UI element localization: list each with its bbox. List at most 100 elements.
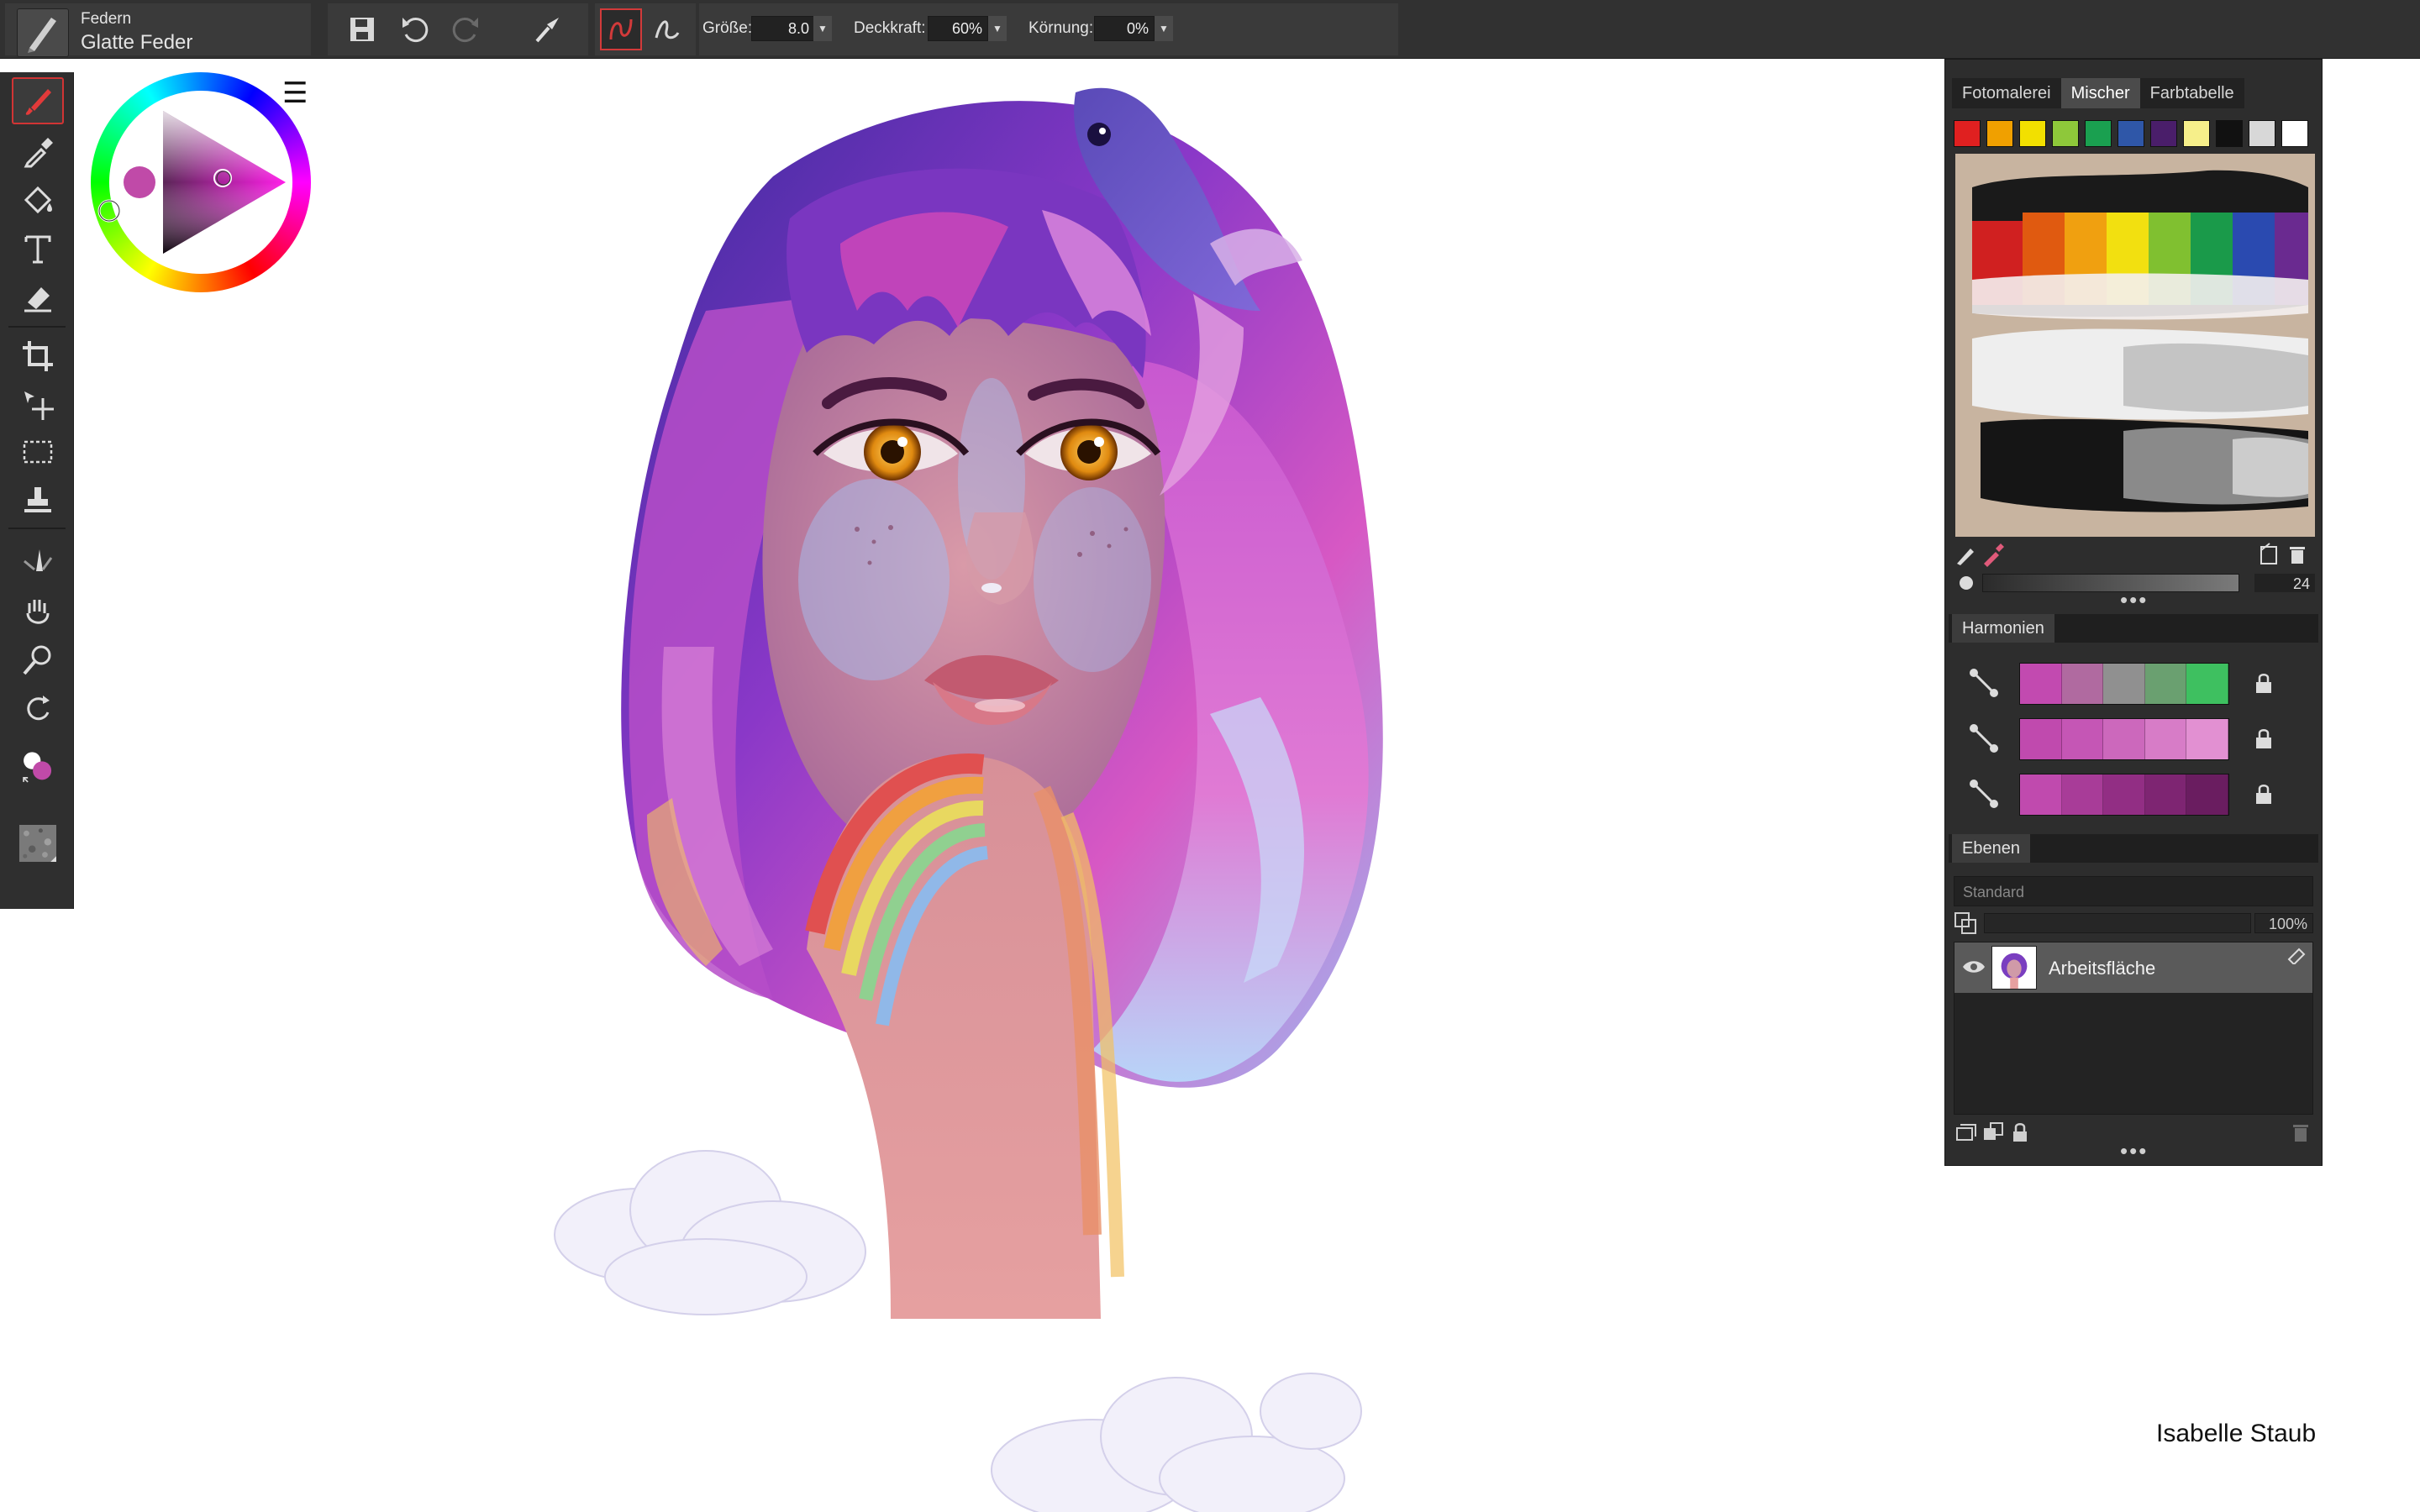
stamp-icon [24,487,51,512]
color-swatch[interactable] [1954,120,1981,147]
pan-tool[interactable] [12,588,64,635]
redo-icon [452,18,478,43]
stabilizer-icon [609,18,633,40]
rotate-tool[interactable] [12,685,64,732]
mixer-brush-size-value[interactable]: 24 [2254,574,2315,592]
brush-settings-button[interactable] [526,8,568,50]
opacity-field[interactable]: 60% [928,16,988,41]
layer-name[interactable]: Arbeitsfläche [2049,958,2155,979]
harmony-swatch[interactable] [2020,774,2062,815]
redo-button[interactable] [445,8,487,50]
curve-button[interactable] [645,8,687,50]
tab-fotomalerei[interactable]: Fotomalerei [1952,78,2061,108]
lock-layer-icon[interactable] [2007,1120,2033,1145]
crop-tool[interactable] [12,333,64,380]
save-button[interactable] [341,8,383,50]
harmony-swatch[interactable] [2186,774,2228,815]
complementary-icon[interactable] [1967,666,2001,700]
layer-composite-icon[interactable] [1954,911,1979,935]
brush-tool[interactable] [12,77,64,124]
grain-dropdown[interactable]: ▼ [1155,16,1173,41]
canvas-artwork[interactable] [454,59,1798,1512]
undo-icon [402,18,429,43]
brush-preset-thumbnail[interactable] [17,8,69,57]
tab-mischer[interactable]: Mischer [2060,78,2140,108]
harmony-swatch[interactable] [2103,719,2145,759]
mixer-brush-icon[interactable] [1954,542,1979,567]
lock-icon[interactable] [2253,782,2275,806]
saturation-triangle[interactable] [91,72,311,292]
layers-tab[interactable]: Ebenen [1952,834,2030,863]
color-selector[interactable] [12,741,64,795]
more-options-icon[interactable]: ••• [2120,1138,2148,1164]
lock-icon[interactable] [2253,727,2275,750]
more-options-icon[interactable]: ••• [2120,587,2148,613]
opacity-dropdown[interactable]: ▼ [988,16,1007,41]
harmonies-tab[interactable]: Harmonien [1952,614,2054,643]
layer-opacity-slider[interactable] [1984,913,2251,933]
harmony-swatch[interactable] [2144,719,2187,759]
color-swatch[interactable] [2281,120,2308,147]
stabilizer-button[interactable] [600,8,642,50]
eraser-tool[interactable] [12,274,64,321]
shades-icon[interactable] [1967,777,2001,811]
fill-tool[interactable] [12,176,64,223]
harmony-swatch[interactable] [2061,719,2104,759]
analogous-icon[interactable] [1967,722,2001,755]
mixer-brush-size-slider[interactable] [1982,574,2239,592]
mixer-eyedropper-icon[interactable] [1981,542,2006,567]
stamp-tool[interactable] [12,475,64,522]
blend-icon [24,549,53,571]
duplicate-layer-icon[interactable] [1981,1120,2006,1145]
harmony-swatch[interactable] [2103,664,2145,704]
delete-layer-icon[interactable] [2288,1120,2313,1145]
harmony-swatch[interactable] [2020,719,2062,759]
mixer-pad[interactable] [1955,154,2315,537]
size-field[interactable]: 8.0 [751,16,815,41]
color-swatch[interactable] [2150,120,2177,147]
color-swatch[interactable] [2118,120,2144,147]
color-swatch[interactable] [2183,120,2210,147]
grain-field[interactable]: 0% [1094,16,1155,41]
color-swatch[interactable] [2052,120,2079,147]
harmony-swatch[interactable] [2061,664,2104,704]
layer-edit-icon[interactable] [2287,948,2307,964]
harmony-swatch[interactable] [2020,664,2062,704]
harmony-swatch[interactable] [2103,774,2145,815]
color-swatch[interactable] [2085,120,2112,147]
new-pad-icon[interactable] [2256,542,2281,567]
tab-farbtabelle[interactable]: Farbtabelle [2140,78,2244,108]
color-wheel[interactable]: ☰ [91,72,318,299]
harmony-colors [2019,718,2229,760]
zoom-tool[interactable] [12,637,64,684]
harmony-swatch[interactable] [2144,664,2187,704]
eye-icon[interactable] [1961,956,1986,978]
layer-opacity-value[interactable]: 100% [2254,913,2313,933]
harmony-swatch[interactable] [2186,719,2228,759]
harmony-swatch[interactable] [2144,774,2187,815]
transform-tool[interactable] [12,381,64,428]
size-dropdown[interactable]: ▼ [813,16,832,41]
eyedropper-tool[interactable] [12,128,64,175]
wheel-menu-icon[interactable]: ☰ [282,79,308,108]
undo-button[interactable] [393,8,435,50]
color-swatch[interactable] [2019,120,2046,147]
layer-item[interactable]: Arbeitsfläche [1954,942,2312,993]
selection-tool[interactable] [12,428,64,475]
new-layer-icon[interactable] [1954,1120,1979,1145]
text-tool[interactable] [12,225,64,272]
lock-icon[interactable] [2253,671,2275,695]
harmony-swatch[interactable] [2061,774,2104,815]
toolbox [0,72,74,909]
harmony-swatch[interactable] [2186,664,2228,704]
color-swatch[interactable] [2216,120,2243,147]
save-icon [350,18,374,41]
brush-preset-section[interactable]: Federn Glatte Feder [5,3,311,57]
color-swatch[interactable] [1986,120,2013,147]
blend-mode-select[interactable]: Standard [1954,876,2313,906]
pen-icon [28,18,56,53]
trash-icon[interactable] [2285,542,2310,567]
texture-selector[interactable] [12,816,64,870]
color-swatch[interactable] [2249,120,2275,147]
blend-tool[interactable] [12,536,64,583]
